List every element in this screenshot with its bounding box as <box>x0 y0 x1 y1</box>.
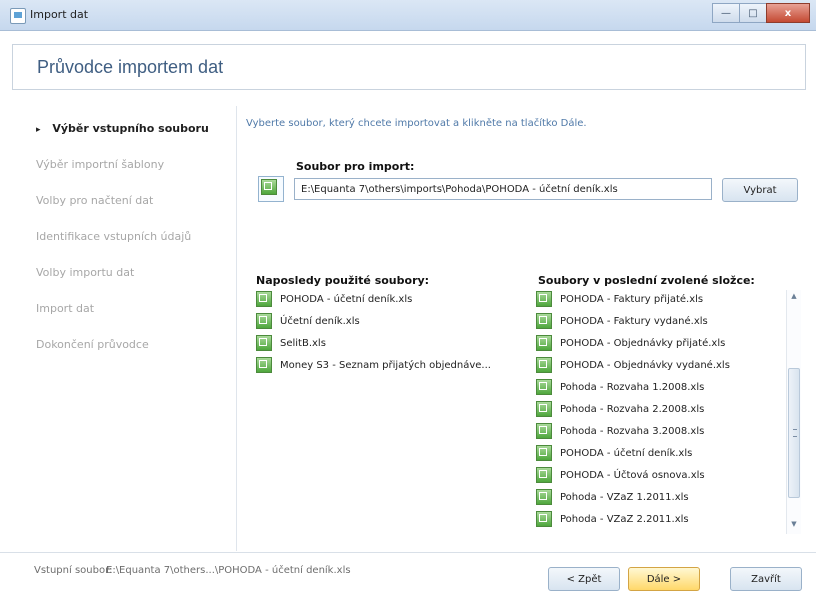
excel-file-icon <box>256 357 272 373</box>
instruction-text: Vyberte soubor, který chcete importovat … <box>246 118 587 129</box>
file-name: Pohoda - VZaZ 1.2011.xls <box>560 491 689 503</box>
folder-files-label: Soubory v poslední zvolené složce: <box>538 274 755 287</box>
wizard-header: Průvodce importem dat <box>12 44 806 90</box>
file-name: Pohoda - Rozvaha 3.2008.xls <box>560 425 705 437</box>
recent-files-label: Naposledy použité soubory: <box>256 274 430 287</box>
excel-file-icon <box>536 335 552 351</box>
recent-file-item[interactable]: POHODA - účetní deník.xls <box>256 288 506 310</box>
scrollbar-thumb[interactable] <box>788 368 800 498</box>
step-vyber-importni-sablony: Výběr importní šablony <box>36 158 164 171</box>
window-title: Import dat <box>30 8 89 21</box>
file-name: SelitB.xls <box>280 337 326 349</box>
step-label: Volby importu dat <box>36 266 135 279</box>
folder-file-item[interactable]: POHODA - Účtová osnova.xls <box>536 464 798 486</box>
recent-file-item[interactable]: Účetní deník.xls <box>256 310 506 332</box>
file-name: Pohoda - VZaZ 2.2011.xls <box>560 513 689 525</box>
wizard-footer: Vstupní soubor: E:\Equanta 7\others...\P… <box>0 552 816 602</box>
step-label: Import dat <box>36 302 95 315</box>
excel-file-icon <box>536 445 552 461</box>
excel-file-icon <box>536 313 552 329</box>
folder-file-item[interactable]: POHODA - účetní deník.xls <box>536 442 798 464</box>
folder-file-item[interactable]: POHODA - Objednávky přijaté.xls <box>536 332 798 354</box>
excel-file-icon <box>536 379 552 395</box>
recent-files-list: POHODA - účetní deník.xls Účetní deník.x… <box>256 288 506 376</box>
file-name: Pohoda - Rozvaha 1.2008.xls <box>560 381 705 393</box>
maximize-button[interactable]: □ <box>739 3 767 23</box>
step-label: Dokončení průvodce <box>36 338 149 351</box>
file-name: POHODA - účetní deník.xls <box>560 447 693 459</box>
step-label: Identifikace vstupních údajů <box>36 230 192 243</box>
folder-list-scrollbar[interactable]: ▲ ▼ <box>786 290 801 534</box>
excel-file-icon <box>536 489 552 505</box>
scrollbar-grip-icon <box>793 429 797 437</box>
folder-file-item[interactable]: Pohoda - Rozvaha 3.2008.xls <box>536 420 798 442</box>
file-name: POHODA - Objednávky vydané.xls <box>560 359 730 371</box>
file-name: POHODA - Objednávky přijaté.xls <box>560 337 726 349</box>
scroll-up-icon[interactable]: ▲ <box>789 292 799 304</box>
step-volby-importu-dat: Volby importu dat <box>36 266 134 279</box>
excel-file-icon <box>258 176 284 202</box>
file-name: Pohoda - Rozvaha 2.2008.xls <box>560 403 705 415</box>
file-name: Money S3 - Seznam přijatých objednáve... <box>280 359 491 371</box>
step-label: Volby pro načtení dat <box>36 194 154 207</box>
step-vyber-vstupniho-souboru: ▸ Výběr vstupního souboru <box>36 122 209 135</box>
excel-icon <box>261 179 277 195</box>
window-controls: — □ x <box>712 3 810 23</box>
app-icon <box>10 8 26 24</box>
file-name: POHODA - účetní deník.xls <box>280 293 413 305</box>
excel-file-icon <box>536 467 552 483</box>
input-file-label: Vstupní soubor: <box>34 565 113 576</box>
folder-file-item[interactable]: Pohoda - Rozvaha 2.2008.xls <box>536 398 798 420</box>
folder-files-list: POHODA - Faktury přijaté.xls POHODA - Fa… <box>536 288 798 534</box>
input-file-value: E:\Equanta 7\others...\POHODA - účetní d… <box>106 565 351 576</box>
recent-file-item[interactable]: SelitB.xls <box>256 332 506 354</box>
close-button[interactable]: Zavřít <box>730 567 802 591</box>
back-button[interactable]: < Zpět <box>548 567 620 591</box>
excel-file-icon <box>536 423 552 439</box>
file-import-label: Soubor pro import: <box>296 160 415 173</box>
excel-file-icon <box>256 291 272 307</box>
folder-file-item[interactable]: Pohoda - VZaZ 1.2011.xls <box>536 486 798 508</box>
scroll-down-icon[interactable]: ▼ <box>789 520 799 532</box>
wizard-steps: ▸ Výběr vstupního souboru Výběr importní… <box>12 106 232 551</box>
close-window-button[interactable]: x <box>766 3 810 23</box>
file-name: Účetní deník.xls <box>280 315 360 327</box>
sidebar-divider <box>236 106 237 551</box>
excel-file-icon <box>256 313 272 329</box>
step-label: Výběr vstupního souboru <box>52 122 209 135</box>
folder-file-item[interactable]: Pohoda - Rozvaha 1.2008.xls <box>536 376 798 398</box>
step-volby-pro-nacteni-dat: Volby pro načtení dat <box>36 194 153 207</box>
folder-file-item[interactable]: POHODA - Faktury přijaté.xls <box>536 288 798 310</box>
folder-file-item[interactable]: Pohoda - VZaZ 2.2011.xls <box>536 508 798 530</box>
folder-file-item[interactable]: POHODA - Objednávky vydané.xls <box>536 354 798 376</box>
excel-file-icon <box>256 335 272 351</box>
next-button[interactable]: Dále > <box>628 567 700 591</box>
excel-file-icon <box>536 291 552 307</box>
excel-file-icon <box>536 401 552 417</box>
folder-file-item[interactable]: POHODA - Faktury vydané.xls <box>536 310 798 332</box>
select-file-button[interactable]: Vybrat <box>722 178 798 202</box>
step-import-dat: Import dat <box>36 302 94 315</box>
minimize-button[interactable]: — <box>712 3 740 23</box>
step-dokonceni-pruvodce: Dokončení průvodce <box>36 338 149 351</box>
excel-file-icon <box>536 357 552 373</box>
file-name: POHODA - Faktury vydané.xls <box>560 315 708 327</box>
active-step-marker-icon: ▸ <box>36 125 41 135</box>
wizard-title: Průvodce importem dat <box>37 57 224 77</box>
file-path-input[interactable]: E:\Equanta 7\others\imports\Pohoda\POHOD… <box>294 178 712 200</box>
recent-file-item[interactable]: Money S3 - Seznam přijatých objednáve... <box>256 354 506 376</box>
file-name: POHODA - Faktury přijaté.xls <box>560 293 704 305</box>
file-name: POHODA - Účtová osnova.xls <box>560 469 705 481</box>
excel-file-icon <box>536 511 552 527</box>
step-label: Výběr importní šablony <box>36 158 165 171</box>
title-bar: Import dat — □ x <box>0 0 816 31</box>
step-identifikace-vstupnich-udaju: Identifikace vstupních údajů <box>36 230 191 243</box>
